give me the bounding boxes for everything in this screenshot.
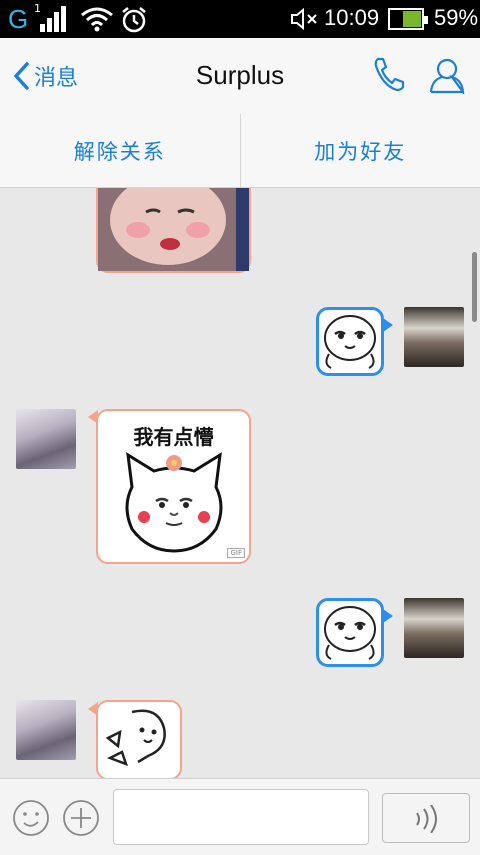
scrollbar[interactable] [472,252,477,322]
smirk-sticker-image [319,601,381,664]
signal-icon [40,6,68,32]
battery-percent: 59% [434,5,478,31]
smirk-sticker-image [319,310,381,373]
mute-icon [290,8,320,30]
doodle-sticker-image [98,702,180,778]
face-sticker-image [98,188,249,271]
message-sticker-left[interactable] [96,188,251,273]
phone-icon[interactable] [372,56,406,92]
battery-icon [388,8,424,30]
message-input[interactable] [113,789,369,845]
clock: 10:09 [324,5,379,31]
chat-header: 消息 Surplus [0,38,480,115]
page-title: Surplus [0,60,480,91]
relationship-actions: 解除关系 加为好友 [0,114,480,188]
plus-icon[interactable] [62,799,100,837]
contact-avatar[interactable] [16,409,76,469]
message-sticker-right[interactable] [316,598,384,667]
voice-button[interactable] [382,793,470,843]
cat-face-sticker-image [118,447,230,557]
voice-icon [411,805,441,833]
emoji-icon[interactable] [12,799,50,837]
my-avatar[interactable] [404,307,464,367]
wifi-icon [80,6,114,32]
my-avatar[interactable] [404,598,464,658]
remove-relationship-button[interactable]: 解除关系 [0,114,240,187]
gif-badge: GIF [227,548,245,558]
bubble-tail [383,318,393,332]
bubble-tail [383,609,393,623]
sticker-caption: 我有点懵 [98,421,249,450]
message-sticker-left[interactable]: 我有点懵 GIF [96,409,251,564]
status-bar: G 1 10:09 59% [0,0,480,38]
input-bar [0,778,480,855]
contact-profile-icon[interactable] [428,56,466,94]
alarm-icon [120,6,148,34]
message-list[interactable]: 我有点懵 GIF [0,188,480,778]
message-sticker-right[interactable] [316,307,384,376]
contact-avatar[interactable] [16,700,76,760]
network-type: G [8,4,28,35]
add-friend-button[interactable]: 加为好友 [241,114,480,187]
message-sticker-left[interactable] [96,700,182,778]
